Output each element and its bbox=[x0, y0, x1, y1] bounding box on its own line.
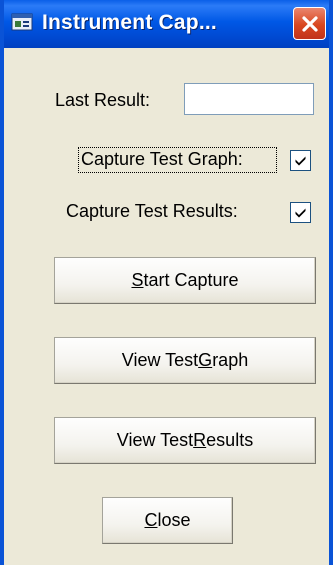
capture-results-checkbox[interactable] bbox=[290, 202, 311, 223]
checkmark-icon bbox=[295, 156, 306, 166]
last-result-label: Last Result: bbox=[55, 90, 151, 110]
last-result-field[interactable] bbox=[184, 83, 314, 115]
close-icon bbox=[301, 15, 318, 32]
checkmark-icon bbox=[295, 208, 306, 218]
view-test-graph-button[interactable]: View Test Graph bbox=[54, 337, 316, 384]
start-capture-button[interactable]: Start Capture bbox=[54, 257, 316, 304]
close-window-button[interactable] bbox=[293, 7, 326, 40]
mnemonic: S bbox=[131, 270, 144, 290]
window-title: Instrument Cap... bbox=[42, 11, 217, 34]
title-bar[interactable]: Instrument Cap... bbox=[4, 0, 329, 48]
capture-graph-checkbox[interactable] bbox=[290, 150, 311, 171]
view-test-results-button[interactable]: View Test Results bbox=[54, 417, 316, 464]
app-icon bbox=[11, 13, 33, 31]
capture-graph-label: Capture Test Graph: bbox=[81, 149, 243, 169]
mnemonic: C bbox=[144, 510, 158, 530]
mnemonic: G bbox=[198, 350, 213, 370]
close-button[interactable]: Close bbox=[102, 497, 233, 544]
mnemonic: R bbox=[193, 430, 207, 450]
dialog-window: Instrument Cap... Last Result: Capture T… bbox=[0, 0, 333, 565]
capture-results-label: Capture Test Results: bbox=[66, 201, 238, 221]
